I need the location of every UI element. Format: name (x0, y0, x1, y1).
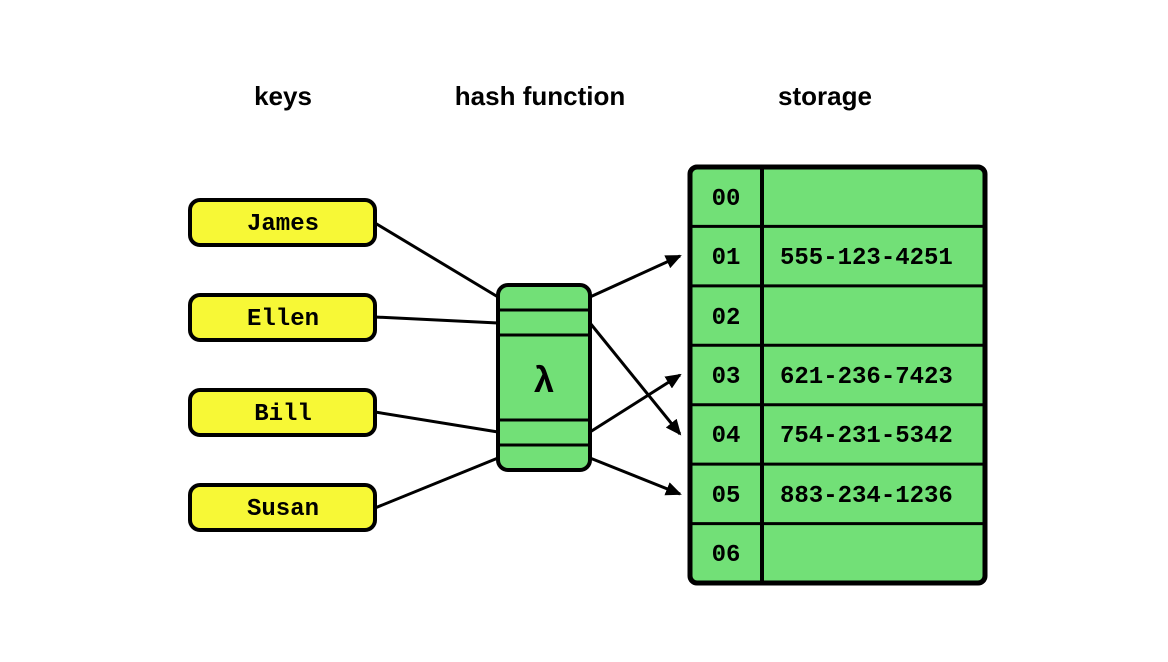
key-box-1: Ellen (190, 295, 375, 340)
key-box-0: James (190, 200, 375, 245)
edge-key-2 (375, 412, 498, 432)
edge-out-1 (590, 323, 680, 434)
key-label-3: Susan (247, 496, 319, 523)
storage-index-2: 02 (712, 305, 741, 332)
hash-diagram: keys hash function storage James Ellen B… (0, 0, 1168, 662)
keys-title: keys (254, 81, 312, 111)
storage-value-3: 621-236-7423 (780, 364, 953, 391)
storage-index-0: 00 (712, 186, 741, 213)
storage-value-1: 555-123-4251 (780, 245, 953, 272)
hash-function-title: hash function (455, 81, 625, 111)
lambda-symbol: λ (534, 359, 554, 400)
hash-function-box: λ (498, 285, 590, 470)
edge-out-2 (590, 375, 680, 432)
storage-title: storage (778, 81, 872, 111)
edge-key-0 (375, 223, 498, 297)
edge-out-0 (590, 256, 680, 297)
key-box-3: Susan (190, 485, 375, 530)
edge-key-1 (375, 317, 498, 323)
key-label-0: James (247, 211, 319, 238)
edge-key-3 (375, 458, 498, 508)
storage-index-5: 05 (712, 483, 741, 510)
storage-index-3: 03 (712, 364, 741, 391)
key-label-2: Bill (254, 401, 312, 428)
key-box-2: Bill (190, 390, 375, 435)
storage-index-1: 01 (712, 245, 741, 272)
edge-out-3 (590, 458, 680, 494)
storage-value-5: 883-234-1236 (780, 483, 953, 510)
storage-index-4: 04 (712, 423, 741, 450)
storage-table: 00 01 555-123-4251 02 03 621-236-7423 04… (690, 167, 985, 583)
storage-index-6: 06 (712, 542, 741, 569)
key-label-1: Ellen (247, 306, 319, 333)
storage-value-4: 754-231-5342 (780, 423, 953, 450)
